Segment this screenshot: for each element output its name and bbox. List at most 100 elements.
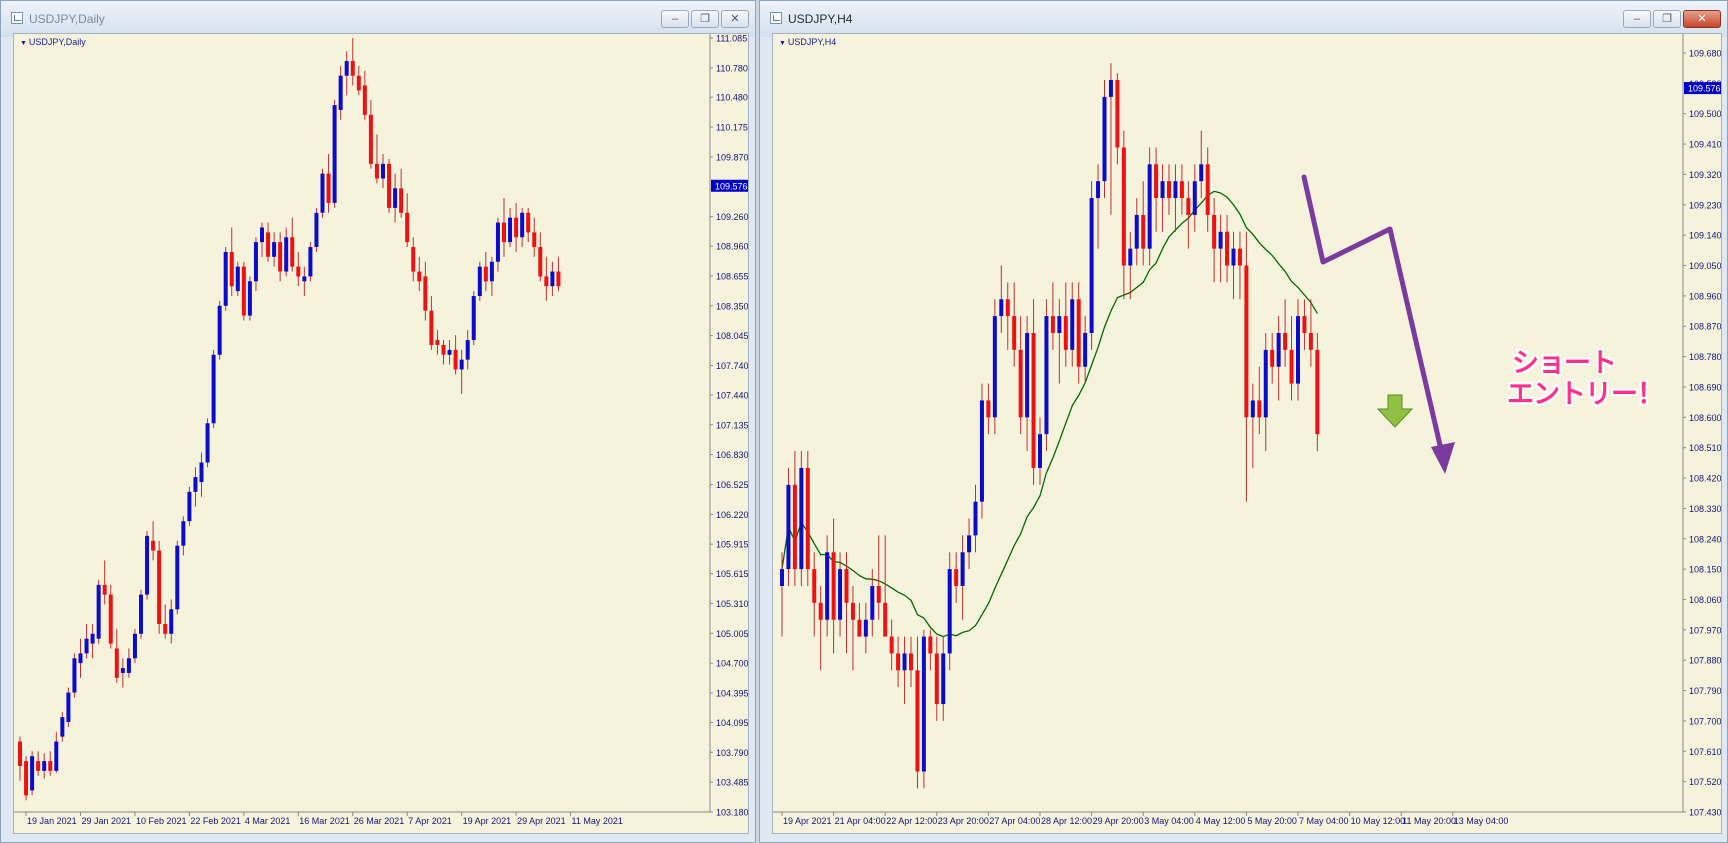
candle-body <box>42 761 47 771</box>
current-price-label: 109.576 <box>715 181 748 191</box>
candle-body <box>1225 231 1230 266</box>
daily-candlestick-chart: 111.085 110.780 110.480 110.175 109.870 109.5… <box>14 34 749 826</box>
x-tick-label: 26 Mar 2021 <box>354 816 405 826</box>
candle-body <box>1005 299 1010 317</box>
candle-body <box>1302 316 1307 333</box>
minimize-button[interactable]: – <box>1623 10 1651 28</box>
candle-body <box>1315 349 1320 435</box>
trend-arrow-head <box>1431 442 1455 474</box>
x-tick-label: 29 Jan 2021 <box>82 816 132 826</box>
candle-body <box>356 75 361 91</box>
candle-body <box>114 648 119 678</box>
candle-body <box>24 761 29 796</box>
h4-chart-window[interactable]: USDJPY,H4 – ❐ ✕ USDJPY,H4 109.680109.590… <box>759 0 1728 843</box>
y-tick-label: 108.350 <box>716 301 749 311</box>
candle-body <box>1244 265 1249 418</box>
candle-body <box>163 624 168 634</box>
candle-body <box>1270 349 1275 367</box>
entry-down-arrow-icon <box>1376 394 1414 428</box>
y-tick-label: 108.960 <box>1689 291 1722 301</box>
candle-body <box>902 653 907 671</box>
y-tick-label: 107.440 <box>716 390 749 400</box>
window-titlebar[interactable]: USDJPY,Daily – ❐ ✕ <box>1 1 755 37</box>
candle-body <box>350 61 355 76</box>
candle-body <box>320 173 325 213</box>
y-tick-label: 105.310 <box>716 599 749 609</box>
candle-body <box>60 717 65 737</box>
x-tick-label: 28 Apr 12:00 <box>1041 816 1092 826</box>
candle-body <box>235 266 240 292</box>
candle-body <box>90 633 95 644</box>
candle-body <box>314 212 319 248</box>
y-tick-label: 109.140 <box>1689 231 1722 241</box>
y-tick-label: 108.870 <box>1689 322 1722 332</box>
candle-body <box>495 222 500 262</box>
chart-window-icon <box>770 12 782 24</box>
candle-body <box>278 242 283 272</box>
candle-body <box>296 266 301 277</box>
candle-body <box>211 354 216 424</box>
candle-body <box>181 521 186 546</box>
y-tick-label: 107.880 <box>1689 656 1722 666</box>
candle-body <box>205 423 210 463</box>
x-tick-label: 22 Apr 12:00 <box>886 816 937 826</box>
close-button[interactable]: ✕ <box>721 10 749 28</box>
candle-body <box>812 569 817 603</box>
x-tick-label: 10 May 12:00 <box>1351 816 1406 826</box>
candle-body <box>532 232 537 248</box>
x-tick-label: 19 Apr 2021 <box>463 816 512 826</box>
candle-body <box>967 535 972 553</box>
candle-body <box>556 271 561 287</box>
y-tick-label: 104.095 <box>716 718 749 728</box>
candle-body <box>921 636 926 772</box>
candle-body <box>48 761 53 771</box>
daily-chart-window[interactable]: USDJPY,Daily – ❐ ✕ USDJPY,Daily 111.0851… <box>0 0 756 843</box>
minimize-button[interactable]: – <box>661 10 689 28</box>
y-tick-label: 103.180 <box>716 808 749 818</box>
y-tick-label: 109.320 <box>1689 170 1722 180</box>
candle-body <box>818 602 823 620</box>
candle-body <box>120 668 125 673</box>
candle-body <box>1283 332 1288 350</box>
candle-body <box>1050 316 1055 333</box>
daily-chart-area[interactable]: USDJPY,Daily 111.085 110.780 110.480 110.17… <box>13 33 749 834</box>
restore-button[interactable]: ❐ <box>691 10 719 28</box>
x-tick-label: 7 Apr 2021 <box>408 816 452 826</box>
y-tick-label: 108.960 <box>716 242 749 252</box>
candle-body <box>374 163 379 179</box>
candle-body <box>979 400 984 502</box>
window-titlebar[interactable]: USDJPY,H4 – ❐ ✕ <box>760 1 1727 37</box>
candle-body <box>1108 79 1113 97</box>
candle-body <box>850 602 855 620</box>
y-tick-label: 107.430 <box>1689 808 1722 818</box>
restore-button[interactable]: ❐ <box>1653 10 1681 28</box>
candle-body <box>502 222 506 243</box>
candle-body <box>1012 316 1017 350</box>
candle-body <box>1205 164 1210 215</box>
candle-body <box>863 619 868 637</box>
h4-chart-area[interactable]: USDJPY,H4 109.680109.590109.576109.50010… <box>772 33 1722 834</box>
close-button[interactable]: ✕ <box>1683 10 1721 28</box>
candle-body <box>947 569 952 654</box>
candle-body <box>1199 164 1204 182</box>
candle-body <box>805 467 810 570</box>
candle-body <box>284 237 289 272</box>
candle-body <box>187 491 192 522</box>
candle-body <box>1115 79 1120 148</box>
candle-body <box>405 212 410 243</box>
y-tick-label: 106.220 <box>716 510 749 520</box>
candle-body <box>508 217 513 243</box>
y-tick-label: 110.175 <box>716 123 748 133</box>
y-tick-label: 107.135 <box>716 420 749 430</box>
candle-body <box>973 501 978 536</box>
y-tick-label: 109.230 <box>1689 200 1722 210</box>
y-tick-label: 110.480 <box>716 93 748 103</box>
candle-body <box>453 349 458 370</box>
candle-body <box>960 552 965 586</box>
candle-body <box>175 545 180 610</box>
candle-body <box>941 653 946 705</box>
candle-body <box>1102 96 1107 182</box>
candle-body <box>780 569 784 586</box>
candle-body <box>1186 198 1191 215</box>
y-tick-label: 107.610 <box>1689 747 1722 757</box>
